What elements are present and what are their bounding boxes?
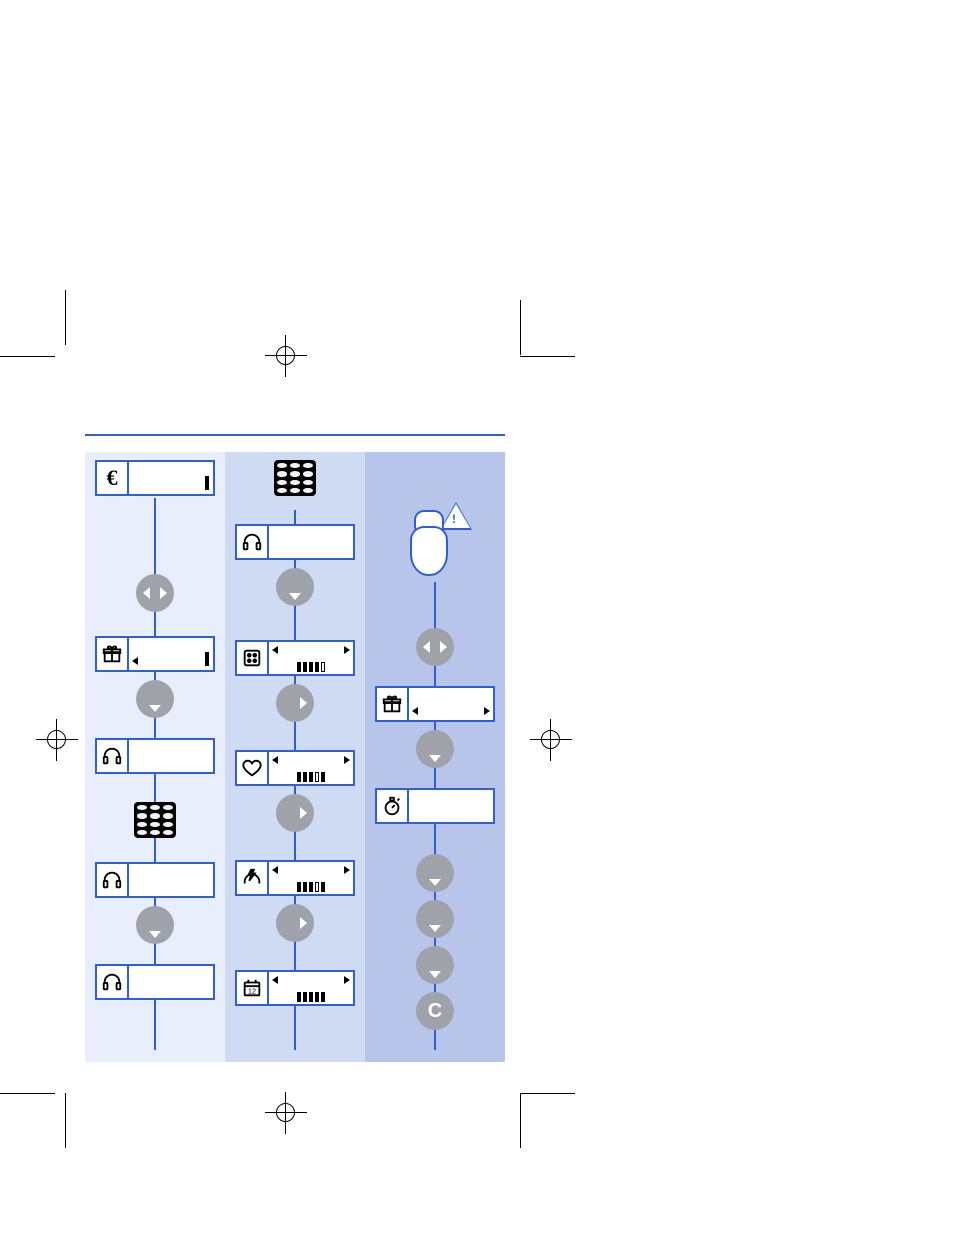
chevron-down-icon [429, 925, 441, 932]
menu-screen-body [269, 862, 353, 894]
chevron-right-icon [440, 641, 447, 653]
chevron-right-icon [160, 587, 167, 599]
section-divider [85, 434, 505, 436]
chevron-left-icon [143, 587, 150, 599]
crop-mark [520, 356, 575, 357]
gift-icon [97, 638, 127, 670]
menu-screen [235, 640, 355, 676]
menu-screen-body [129, 462, 213, 494]
crop-mark [520, 1093, 521, 1148]
menu-screen [95, 636, 215, 672]
chevron-left-icon [423, 641, 430, 653]
menu-screen-body [129, 638, 213, 670]
softkey-button[interactable] [136, 680, 174, 718]
menu-screen-body [409, 790, 493, 822]
chevron-down-icon [289, 593, 301, 600]
registration-mark [36, 719, 78, 761]
keypad-icon [274, 460, 316, 496]
softkey-button[interactable] [416, 900, 454, 938]
crop-mark [0, 356, 55, 357]
softkey-button[interactable] [136, 906, 174, 944]
chevron-down-icon [429, 755, 441, 762]
softkey-button[interactable] [276, 568, 314, 606]
dice-icon [237, 642, 267, 674]
headset-icon [237, 526, 267, 558]
menu-screen [235, 524, 355, 560]
chevron-down-icon [149, 705, 161, 712]
softkey-button[interactable] [136, 574, 174, 612]
softkey-button[interactable] [416, 946, 454, 984]
menu-screen-body [129, 864, 213, 896]
headset-icon [97, 740, 127, 772]
crop-mark [520, 1093, 575, 1094]
crop-mark [65, 1093, 66, 1148]
flow-column-1: € [85, 452, 225, 1062]
calendar-icon: 12 [237, 972, 267, 1004]
svg-text:12: 12 [248, 987, 256, 996]
menu-screen [375, 686, 495, 722]
menu-screen [375, 788, 495, 824]
chevron-right-icon [300, 807, 307, 819]
chevron-right-icon [300, 697, 307, 709]
softkey-button[interactable] [276, 794, 314, 832]
chevron-down-icon [429, 879, 441, 886]
heart-icon [237, 752, 267, 784]
menu-screen-body [269, 642, 353, 674]
keypad-icon [134, 802, 176, 838]
menu-screen-body [269, 972, 353, 1004]
gift-icon [377, 688, 407, 720]
flow-column-3: C [365, 452, 505, 1062]
menu-screen-body [409, 688, 493, 720]
stopwatch-icon [377, 790, 407, 822]
registration-mark [530, 719, 572, 761]
softkey-button[interactable] [276, 684, 314, 722]
chevron-down-icon [429, 971, 441, 978]
page: € 12 C [0, 0, 954, 1235]
mascot-warning-icon [400, 504, 470, 584]
chevron-right-icon [300, 917, 307, 929]
flash-headset-icon [237, 862, 267, 894]
softkey-button[interactable] [416, 854, 454, 892]
euro-icon: € [97, 462, 127, 494]
crop-mark [520, 300, 521, 355]
menu-screen [95, 738, 215, 774]
menu-screen-body [269, 752, 353, 784]
menu-screen-body [129, 966, 213, 998]
menu-screen [235, 860, 355, 896]
softkey-button[interactable] [416, 628, 454, 666]
cancel-key[interactable]: C [416, 992, 454, 1030]
menu-screen-body [129, 740, 213, 772]
chevron-down-icon [149, 931, 161, 938]
menu-screen [95, 862, 215, 898]
crop-mark [0, 1093, 55, 1094]
registration-mark [265, 1092, 307, 1134]
menu-screen-body [269, 526, 353, 558]
menu-screen [95, 964, 215, 1000]
registration-mark [265, 335, 307, 377]
flow-column-2: 12 [225, 452, 365, 1062]
softkey-button[interactable] [416, 730, 454, 768]
softkey-button[interactable] [276, 904, 314, 942]
headset-icon [97, 864, 127, 896]
crop-mark [65, 290, 66, 345]
menu-screen: € [95, 460, 215, 496]
headset-icon [97, 966, 127, 998]
menu-screen: 12 [235, 970, 355, 1006]
menu-screen [235, 750, 355, 786]
